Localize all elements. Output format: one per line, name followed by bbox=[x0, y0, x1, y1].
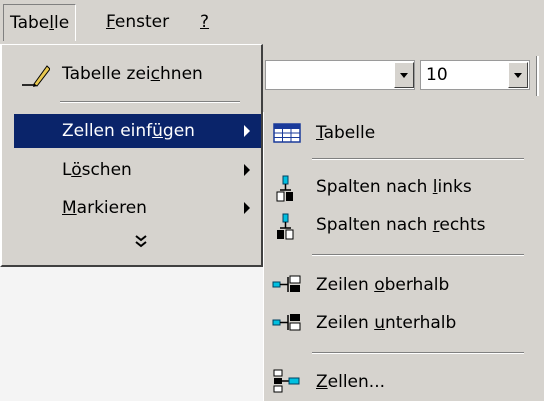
menu-help[interactable]: ? bbox=[200, 0, 209, 44]
menu-item-draw-table-label: Tabelle zeichnen bbox=[62, 64, 203, 84]
submenu-item-columns-right[interactable]: Spalten nach rechts bbox=[264, 208, 544, 242]
menu-bar: Tabelle Fenster ? bbox=[0, 0, 544, 44]
font-name-dropdown-button[interactable] bbox=[394, 62, 414, 88]
menu-item-draw-table[interactable]: Tabelle zeichnen bbox=[2, 57, 261, 91]
submenu-arrow-icon bbox=[244, 164, 250, 176]
menu-fenster-accel: F bbox=[106, 12, 115, 32]
insert-rows-above-icon bbox=[272, 275, 301, 292]
submenu-item-rows-above[interactable]: Zeilen oberhalb bbox=[264, 268, 544, 302]
insert-submenu: Tabelle Spalten nach links Spalten nach … bbox=[263, 112, 544, 401]
submenu-item-table[interactable]: Tabelle bbox=[264, 116, 544, 150]
menu-fenster[interactable]: Fenster bbox=[106, 0, 169, 44]
insert-rows-below-icon bbox=[272, 314, 301, 331]
toolbar-separator bbox=[536, 56, 539, 96]
submenu-item-table-label: Tabelle bbox=[316, 123, 376, 143]
menu-separator bbox=[60, 101, 240, 103]
font-size-dropdown-button[interactable] bbox=[508, 62, 528, 88]
menu-item-select[interactable]: Markieren bbox=[2, 191, 261, 225]
font-size-value: 10 bbox=[426, 65, 448, 85]
menu-item-insert-cells[interactable]: Zellen einfügen bbox=[14, 114, 261, 148]
menu-fenster-label-b: enster bbox=[114, 12, 170, 32]
expand-chevrons-icon bbox=[135, 235, 147, 248]
submenu-arrow-icon bbox=[244, 202, 250, 214]
submenu-item-rows-above-label: Zeilen oberhalb bbox=[316, 275, 450, 295]
font-name-field[interactable] bbox=[265, 60, 415, 90]
submenu-item-cells-label: Zellen... bbox=[316, 372, 386, 392]
menu-tabelle-label-a: Tabe bbox=[10, 13, 50, 33]
submenu-separator bbox=[312, 352, 524, 354]
menu-tabelle[interactable]: Tabelle bbox=[3, 4, 77, 41]
submenu-item-rows-below[interactable]: Zeilen unterhalb bbox=[264, 306, 544, 340]
menu-item-select-label: Markieren bbox=[62, 198, 147, 218]
menu-expand-button[interactable] bbox=[130, 225, 160, 259]
submenu-item-rows-below-label: Zeilen unterhalb bbox=[316, 313, 457, 333]
pencil-icon bbox=[22, 65, 50, 87]
tabelle-menu: Tabelle zeichnen Zellen einfügen Löschen… bbox=[0, 44, 263, 267]
menu-tabelle-label-b: le bbox=[53, 13, 70, 33]
insert-columns-left-icon bbox=[276, 175, 293, 202]
submenu-item-columns-left-label: Spalten nach links bbox=[316, 177, 472, 197]
table-grid-icon bbox=[273, 123, 301, 143]
menu-item-delete-label: Löschen bbox=[62, 160, 132, 180]
menu-item-delete[interactable]: Löschen bbox=[2, 153, 261, 187]
submenu-item-columns-right-label: Spalten nach rechts bbox=[316, 215, 486, 235]
insert-columns-right-icon bbox=[277, 213, 294, 240]
menu-help-accel: ? bbox=[200, 12, 210, 32]
submenu-separator bbox=[312, 158, 524, 160]
menu-item-insert-cells-label: Zellen einfügen bbox=[62, 121, 195, 141]
insert-cells-icon bbox=[273, 369, 300, 393]
submenu-item-columns-left[interactable]: Spalten nach links bbox=[264, 170, 544, 204]
submenu-item-cells[interactable]: Zellen... bbox=[264, 365, 544, 399]
submenu-separator bbox=[312, 254, 524, 256]
submenu-arrow-icon bbox=[244, 125, 250, 137]
